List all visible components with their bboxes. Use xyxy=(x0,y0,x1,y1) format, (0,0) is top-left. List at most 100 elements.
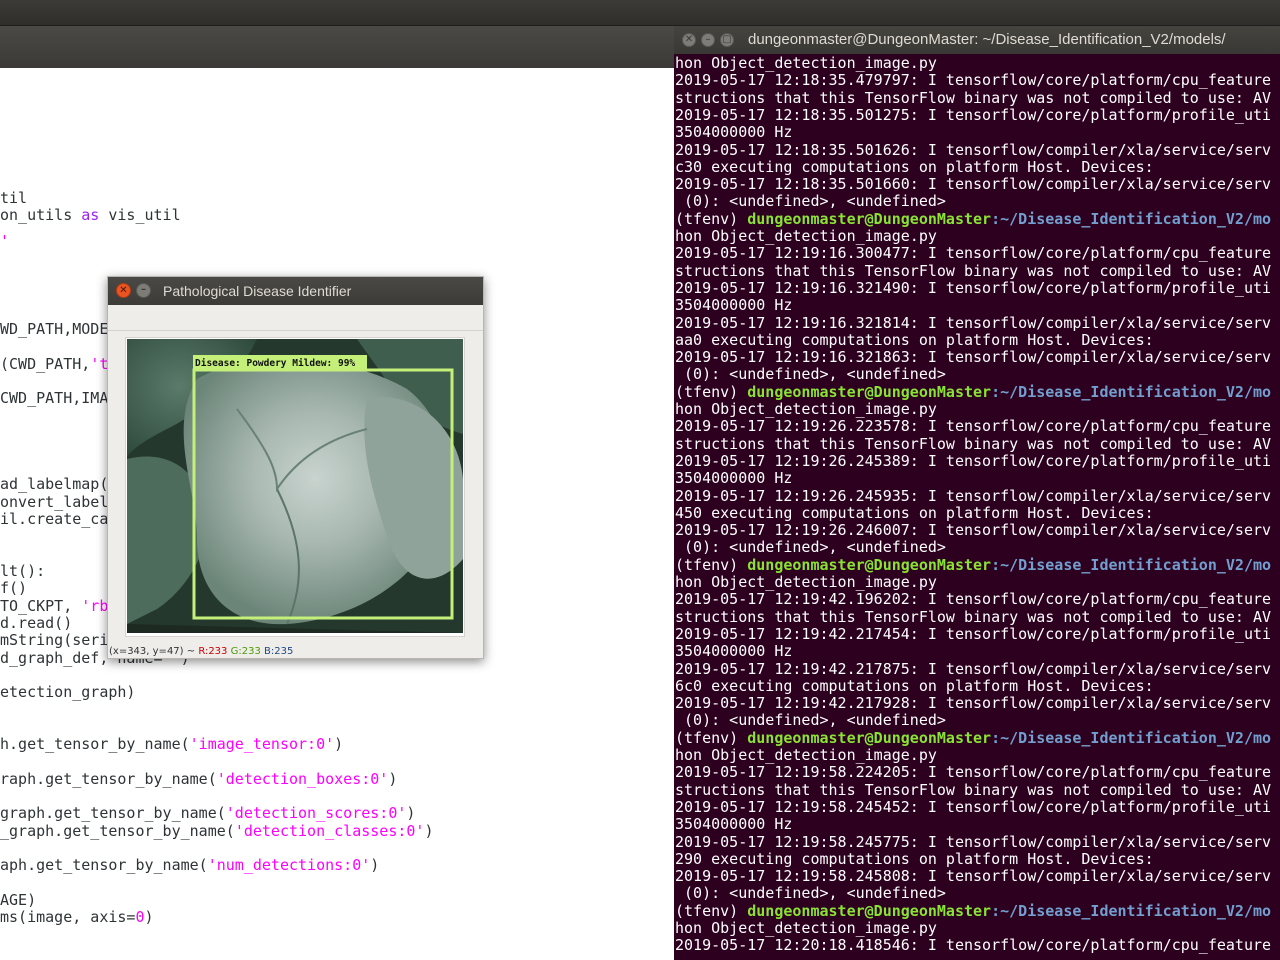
code-token: d.read() xyxy=(0,614,73,632)
terminal-line: 2019-05-17 12:19:58.245808: I tensorflow… xyxy=(675,867,1272,886)
dialog-titlebar[interactable]: ✕ – Pathological Disease Identifier xyxy=(108,277,483,305)
terminal-line: hon Object_detection_image.py xyxy=(675,919,937,937)
disease-identifier-window[interactable]: ✕ – Pathological Disease Identifier Dise… xyxy=(107,276,484,659)
terminal-line: c30 executing computations on platform H… xyxy=(675,157,1154,176)
code-line: til xyxy=(0,189,27,207)
terminal-line: 2019-05-17 12:19:26.246007: I tensorflow… xyxy=(675,521,1272,540)
terminal-line: 2019-05-17 12:19:16.321863: I tensorflow… xyxy=(675,348,1272,367)
code-line: h.get_tensor_by_name('image_tensor:0') xyxy=(0,735,343,753)
dialog-title: Pathological Disease Identifier xyxy=(163,283,352,299)
code-token: graph.get_tensor_by_name( xyxy=(0,804,226,822)
code-line: il.create_ca xyxy=(0,510,108,528)
terminal-prompt-line: (tfenv) dungeonmaster@DungeonMaster:~/Di… xyxy=(675,209,1272,228)
code-token: on_utils xyxy=(0,206,82,224)
close-icon: ✕ xyxy=(119,285,128,296)
terminal-line: 3504000000 Hz xyxy=(675,296,793,315)
code-token: til xyxy=(0,189,28,207)
terminal-line: 6c0 executing computations on platform H… xyxy=(675,676,1154,695)
terminal-close-button[interactable]: ✕ xyxy=(682,33,696,47)
terminal-line: hon Object_detection_image.py xyxy=(675,54,937,72)
prompt-path: :~/Disease_Identification_V2/mo xyxy=(991,382,1272,401)
terminal-line: 3504000000 Hz xyxy=(675,123,793,142)
code-token: _graph.get_tensor_by_name( xyxy=(0,822,235,840)
editor-titlebar xyxy=(0,26,676,68)
prompt-user: dungeonmaster@DungeonMaster xyxy=(747,901,992,920)
terminal-prompt-line: (tfenv) dungeonmaster@DungeonMaster:~/Di… xyxy=(675,728,1272,747)
code-token: WD_PATH,MODE xyxy=(0,320,109,338)
prompt-path: :~/Disease_Identification_V2/mo xyxy=(991,728,1272,747)
code-token: 'num_detections:0' xyxy=(207,856,371,874)
prompt-user: dungeonmaster@DungeonMaster xyxy=(747,555,992,574)
code-token: AGE) xyxy=(0,891,37,909)
code-line: TO_CKPT, 'rb xyxy=(0,597,108,615)
maximize-icon: ▢ xyxy=(722,34,732,45)
prompt-env: (tfenv) xyxy=(675,555,748,574)
detection-image[interactable]: Disease: Powdery Mildew: 99% xyxy=(127,339,463,633)
dialog-close-button[interactable]: ✕ xyxy=(116,283,131,298)
code-token: f() xyxy=(0,579,28,597)
terminal-line: 3504000000 Hz xyxy=(675,642,793,661)
code-token: etection_graph) xyxy=(0,683,136,701)
dialog-minimize-button[interactable]: – xyxy=(136,283,151,298)
prompt-path: :~/Disease_Identification_V2/mo xyxy=(991,209,1272,228)
terminal-line: hon Object_detection_image.py xyxy=(675,400,937,418)
terminal-minimize-button[interactable]: – xyxy=(701,33,715,47)
code-line: raph.get_tensor_by_name('detection_boxes… xyxy=(0,770,397,788)
prompt-env: (tfenv) xyxy=(675,382,748,401)
status-green: G:233 xyxy=(230,646,261,657)
code-token: ms(image, axis= xyxy=(0,908,136,926)
minimize-icon: – xyxy=(141,284,146,295)
terminal-output[interactable]: hon Object_detection_image.py 2019-05-17 … xyxy=(674,54,1280,960)
code-token: 'rb xyxy=(81,597,109,615)
terminal-line: hon Object_detection_image.py xyxy=(675,746,937,764)
terminal-line: aa0 executing computations on platform H… xyxy=(675,330,1154,349)
code-token: ) xyxy=(334,735,344,753)
code-token: ) xyxy=(406,804,416,822)
terminal-line: 2019-05-17 12:19:26.223578: I tensorflow… xyxy=(675,417,1272,436)
terminal-line: structions that this TensorFlow binary w… xyxy=(675,434,1272,453)
minimize-icon: – xyxy=(705,34,711,45)
dialog-statusbar: (x=343, y=47) ~ R:233 G:233 B:235 xyxy=(108,646,483,658)
code-line: ad_labelmap( xyxy=(0,475,108,493)
terminal-maximize-button[interactable]: ▢ xyxy=(720,33,734,47)
code-token: h.get_tensor_by_name( xyxy=(0,735,190,753)
code-token: lt(): xyxy=(0,562,46,580)
code-line: d.read() xyxy=(0,614,72,632)
code-line: AGE) xyxy=(0,891,36,909)
terminal-line: hon Object_detection_image.py xyxy=(675,573,937,591)
code-token: vis_util xyxy=(99,206,181,224)
code-line: lt(): xyxy=(0,562,45,580)
terminal-line: 2019-05-17 12:19:58.224205: I tensorflow… xyxy=(675,763,1272,782)
code-line: etection_graph) xyxy=(0,683,135,701)
code-token: TO_CKPT, xyxy=(0,597,82,615)
code-line: f() xyxy=(0,579,27,597)
terminal-line: structions that this TensorFlow binary w… xyxy=(675,780,1272,799)
prompt-env: (tfenv) xyxy=(675,901,748,920)
prompt-env: (tfenv) xyxy=(675,728,748,747)
close-icon: ✕ xyxy=(684,34,694,45)
terminal-line: (0): <undefined>, <undefined> xyxy=(675,192,946,211)
code-token: onvert_label xyxy=(0,493,109,511)
terminal-line: 2019-05-17 12:18:35.479797: I tensorflow… xyxy=(675,71,1272,90)
terminal-line: 2019-05-17 12:19:16.321814: I tensorflow… xyxy=(675,313,1272,332)
terminal-line: 2019-05-17 12:19:26.245935: I tensorflow… xyxy=(675,486,1272,505)
code-token: ' xyxy=(0,232,10,250)
code-token: CWD_PATH,IMA xyxy=(0,389,109,407)
status-coords: (x=343, y=47) ~ xyxy=(109,646,199,657)
terminal-line: 2019-05-17 12:19:16.321490: I tensorflow… xyxy=(675,278,1272,297)
terminal-titlebar[interactable]: ✕ – ▢ dungeonmaster@DungeonMaster: ~/Dis… xyxy=(674,26,1280,54)
code-token: 'detection_scores:0' xyxy=(225,804,407,822)
terminal-line: structions that this TensorFlow binary w… xyxy=(675,607,1272,626)
code-token: 'detection_classes:0' xyxy=(234,822,425,840)
terminal-line: 2019-05-17 12:19:42.217454: I tensorflow… xyxy=(675,624,1272,643)
code-line: ' xyxy=(0,232,9,250)
code-line: CWD_PATH,IMA xyxy=(0,389,108,407)
terminal-line: (0): <undefined>, <undefined> xyxy=(675,538,946,557)
terminal-window[interactable]: ✕ – ▢ dungeonmaster@DungeonMaster: ~/Dis… xyxy=(674,26,1280,960)
terminal-line: 450 executing computations on platform H… xyxy=(675,503,1154,522)
terminal-title: dungeonmaster@DungeonMaster: ~/Disease_I… xyxy=(748,31,1226,48)
code-token: 0 xyxy=(135,908,145,926)
code-token: ) xyxy=(424,822,434,840)
terminal-line: structions that this TensorFlow binary w… xyxy=(675,261,1272,280)
prompt-path: :~/Disease_Identification_V2/mo xyxy=(991,901,1272,920)
